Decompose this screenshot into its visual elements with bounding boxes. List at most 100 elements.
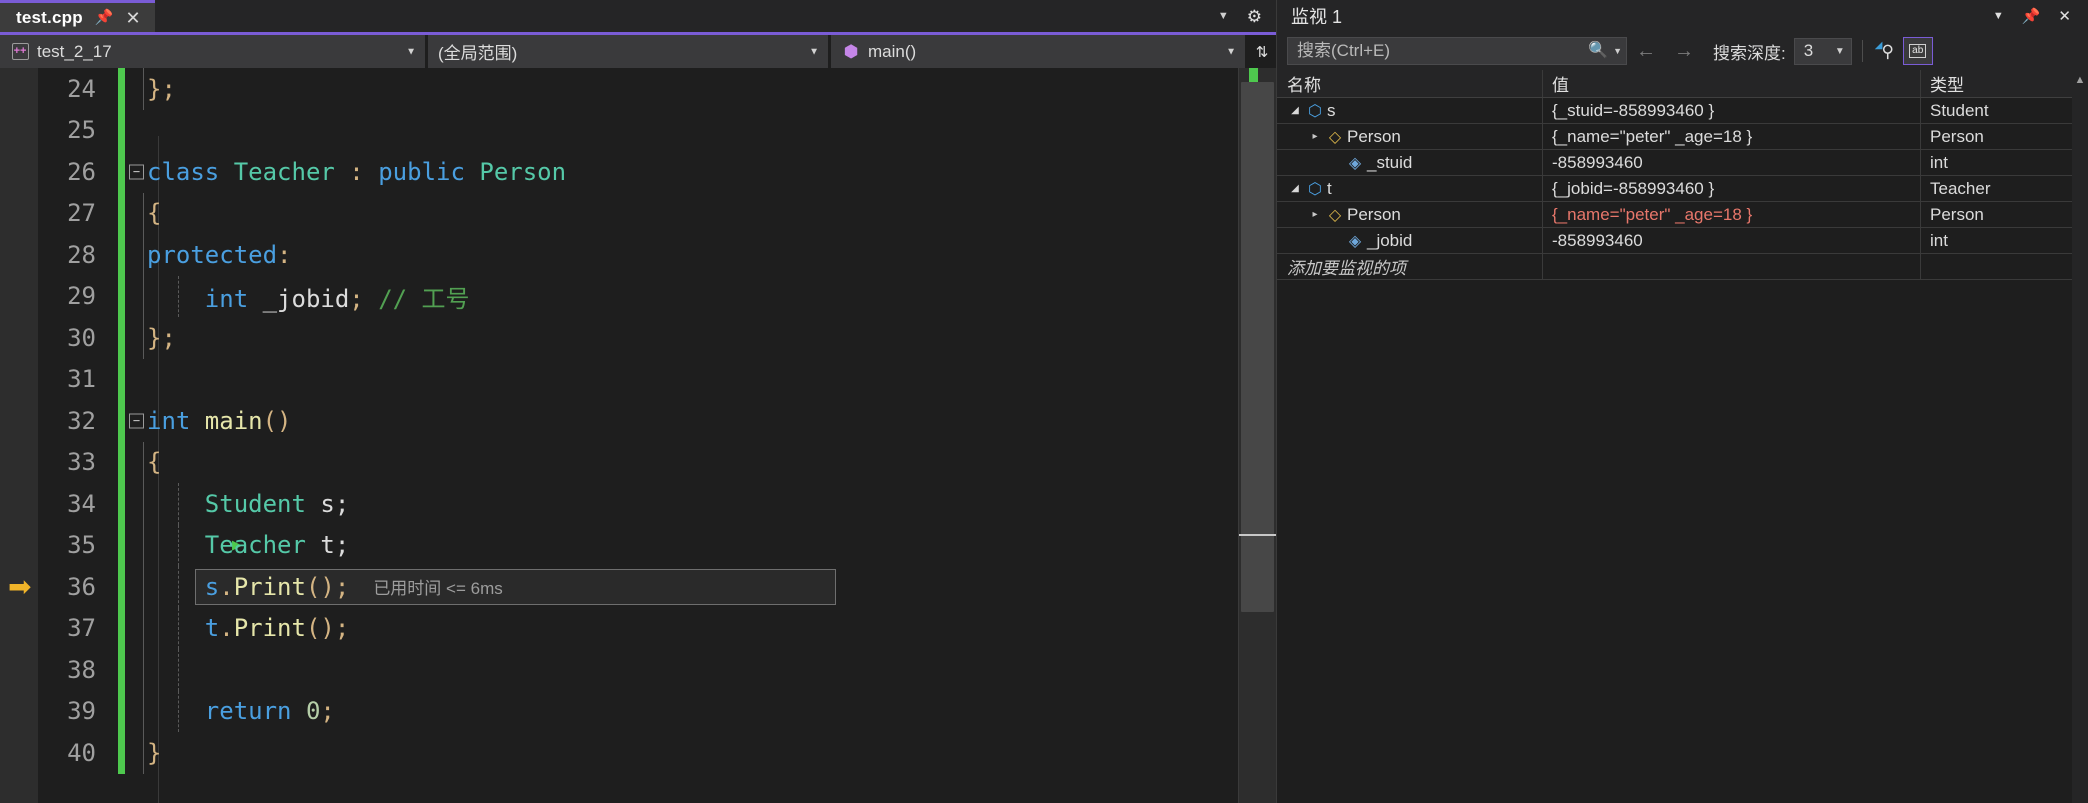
watch-value-cell[interactable]: {_jobid=-858993460 } xyxy=(1542,176,1920,201)
watch-variable-type: Teacher xyxy=(1930,178,1991,198)
execution-pointer-icon[interactable]: ➡ xyxy=(8,572,31,601)
chevron-down-icon[interactable]: ▼ xyxy=(1984,10,2013,22)
column-header-type[interactable]: 类型 xyxy=(1920,70,2088,97)
watch-name-cell[interactable]: ▸ ◇ Person xyxy=(1277,127,1542,147)
watch-row[interactable]: ◢ ⬡ t {_jobid=-858993460 } Teacher xyxy=(1277,176,2088,202)
search-input[interactable] xyxy=(1297,41,1587,61)
split-window-icon[interactable]: ⇅ xyxy=(1248,35,1276,68)
code-line[interactable]: 37 t.Print(); xyxy=(0,607,1276,649)
code-line[interactable]: 30}; xyxy=(0,317,1276,359)
gear-icon[interactable]: ⚙ xyxy=(1247,8,1262,25)
code-line[interactable]: 34 Student s; xyxy=(0,483,1276,525)
code-line[interactable]: 39 return 0; xyxy=(0,690,1276,732)
watch-value-cell[interactable]: {_stuid=-858993460 } xyxy=(1542,98,1920,123)
filter-flag-icon: ◢ xyxy=(1874,40,1883,51)
code-tokens: t.Print(); xyxy=(147,614,350,643)
chevron-down-icon[interactable]: ▼ xyxy=(809,46,819,57)
chevron-down-icon[interactable]: ▼ xyxy=(406,46,416,57)
pin-column-toggle[interactable]: ◢ ⚲ xyxy=(1873,37,1903,65)
search-depth-stepper[interactable]: 3 ▼ xyxy=(1793,37,1852,65)
code-line[interactable]: 32 − int main() xyxy=(0,400,1276,442)
watch-variable-value: {_jobid=-858993460 } xyxy=(1552,178,1715,198)
watch-type-cell: int xyxy=(1920,150,2088,175)
watch-row[interactable]: ◈ _jobid -858993460 int xyxy=(1277,228,2088,254)
watch-row[interactable]: ▸ ◇ Person {_name="peter" _age=18 } Person xyxy=(1277,124,2088,150)
chevron-down-icon[interactable]: ▼ xyxy=(1218,10,1229,22)
change-indicator xyxy=(118,441,125,483)
editor-pane: test.cpp 📌 ✕ ▼ ⚙ ++ test_2_17 ▼ (全局范围) ▼… xyxy=(0,0,1276,803)
tree-expander-icon[interactable]: ▸ xyxy=(1307,131,1323,142)
code-tokens: { xyxy=(147,448,161,476)
code-line[interactable]: ➡ 36 s.Print(); 已用时间 <= 6ms xyxy=(0,566,1276,608)
code-line[interactable]: 38 xyxy=(0,649,1276,691)
tab-test-cpp[interactable]: test.cpp 📌 ✕ xyxy=(0,0,155,32)
watch-type-cell: Person xyxy=(1920,124,2088,149)
code-token: t xyxy=(204,614,220,643)
column-header-name[interactable]: 名称 xyxy=(1277,71,1542,96)
arrow-right-icon[interactable]: → xyxy=(1665,41,1703,61)
code-tokens: class Teacher : public Person xyxy=(147,158,566,186)
watch-name-cell[interactable]: ◈ _jobid xyxy=(1277,231,1542,251)
scroll-up-icon[interactable]: ▲ xyxy=(2072,70,2088,86)
code-editor-surface[interactable]: 24}; 25 26− class Teacher : public Person 27… xyxy=(0,68,1276,803)
code-token: Student xyxy=(204,489,306,518)
hex-display-toggle[interactable]: ab xyxy=(1902,37,1933,65)
code-line[interactable]: 28 protected: xyxy=(0,234,1276,276)
watch-row[interactable]: ▸ ◇ Person {_name="peter" _age=18 } Person xyxy=(1277,202,2088,228)
close-icon[interactable]: ✕ xyxy=(125,9,140,27)
scope-dropdown[interactable]: (全局范围) ▼ xyxy=(428,35,828,68)
watch-row[interactable]: ◈ _stuid -858993460 int xyxy=(1277,150,2088,176)
code-line[interactable]: 29 int _jobid; // 工号 xyxy=(0,275,1276,317)
watch-value-cell[interactable]: -858993460 xyxy=(1542,150,1920,175)
watch-variable-value: -858993460 xyxy=(1552,230,1643,250)
watch-add-value-cell[interactable] xyxy=(1542,254,1920,279)
line-number: 25 xyxy=(67,116,96,145)
code-line[interactable]: 33 { xyxy=(0,441,1276,483)
tree-expander-icon[interactable]: ▸ xyxy=(1307,209,1323,220)
code-tokens: return 0; xyxy=(147,697,335,725)
pin-icon[interactable]: 📌 xyxy=(95,10,114,25)
close-icon[interactable]: ✕ xyxy=(2049,9,2080,24)
code-line[interactable]: 24}; xyxy=(0,68,1276,110)
pin-icon[interactable]: 📌 xyxy=(2013,9,2050,24)
chevron-down-icon[interactable]: ▼ xyxy=(1610,46,1622,56)
watch-row[interactable]: ◢ ⬡ s {_stuid=-858993460 } Student xyxy=(1277,98,2088,124)
tree-expander-icon[interactable]: ◢ xyxy=(1287,183,1303,194)
collapse-toggle-icon[interactable]: − xyxy=(129,164,144,180)
code-line[interactable]: 31 xyxy=(0,358,1276,400)
change-indicator xyxy=(118,483,125,525)
member-dropdown[interactable]: ⬢ main() ▼ xyxy=(831,35,1245,68)
change-indicator xyxy=(118,400,125,442)
watch-name-cell[interactable]: ◢ ⬡ t xyxy=(1277,179,1542,199)
tree-expander-icon[interactable]: ◢ xyxy=(1287,105,1303,116)
chevron-down-icon[interactable]: ▼ xyxy=(1835,46,1845,57)
watch-value-cell[interactable]: -858993460 xyxy=(1542,228,1920,253)
watch-value-cell[interactable]: {_name="peter" _age=18 } xyxy=(1542,124,1920,149)
code-line[interactable]: 26 − class Teacher : public Person xyxy=(0,151,1276,193)
column-header-value[interactable]: 值 xyxy=(1542,70,1920,97)
search-box[interactable]: 🔍 ▼ xyxy=(1287,37,1627,65)
watch-scrollbar[interactable]: ▲ xyxy=(2072,70,2088,803)
code-line[interactable]: 25 xyxy=(0,109,1276,151)
scroll-marker-bar[interactable] xyxy=(1238,68,1276,803)
watch-value-cell[interactable]: {_name="peter" _age=18 } xyxy=(1542,202,1920,227)
arrow-left-icon[interactable]: ← xyxy=(1627,41,1665,61)
code-line[interactable]: 35 Teacher t; ▶ xyxy=(0,524,1276,566)
code-line[interactable]: 27 { xyxy=(0,192,1276,234)
watch-name-cell[interactable]: ◢ ⬡ s xyxy=(1277,101,1542,121)
scrollbar-thumb[interactable] xyxy=(1241,82,1274,612)
watch-add-row[interactable]: 添加要监视的项 xyxy=(1277,254,2088,280)
scope-label: (全局范围) xyxy=(438,44,518,63)
watch-add-name-cell[interactable]: 添加要监视的项 xyxy=(1277,254,1542,279)
indent-guide xyxy=(143,441,144,483)
collapse-toggle-icon[interactable]: − xyxy=(129,413,144,429)
project-dropdown[interactable]: ++ test_2_17 ▼ xyxy=(0,35,425,68)
code-line[interactable]: 40} xyxy=(0,732,1276,774)
chevron-down-icon[interactable]: ▼ xyxy=(1226,46,1236,57)
watch-variable-name: _jobid xyxy=(1367,230,1413,250)
watch-name-cell[interactable]: ▸ ◇ Person xyxy=(1277,205,1542,225)
search-icon[interactable]: 🔍 xyxy=(1586,43,1610,59)
watch-name-cell[interactable]: ◈ _stuid xyxy=(1277,153,1542,173)
indent-guide xyxy=(143,732,144,774)
